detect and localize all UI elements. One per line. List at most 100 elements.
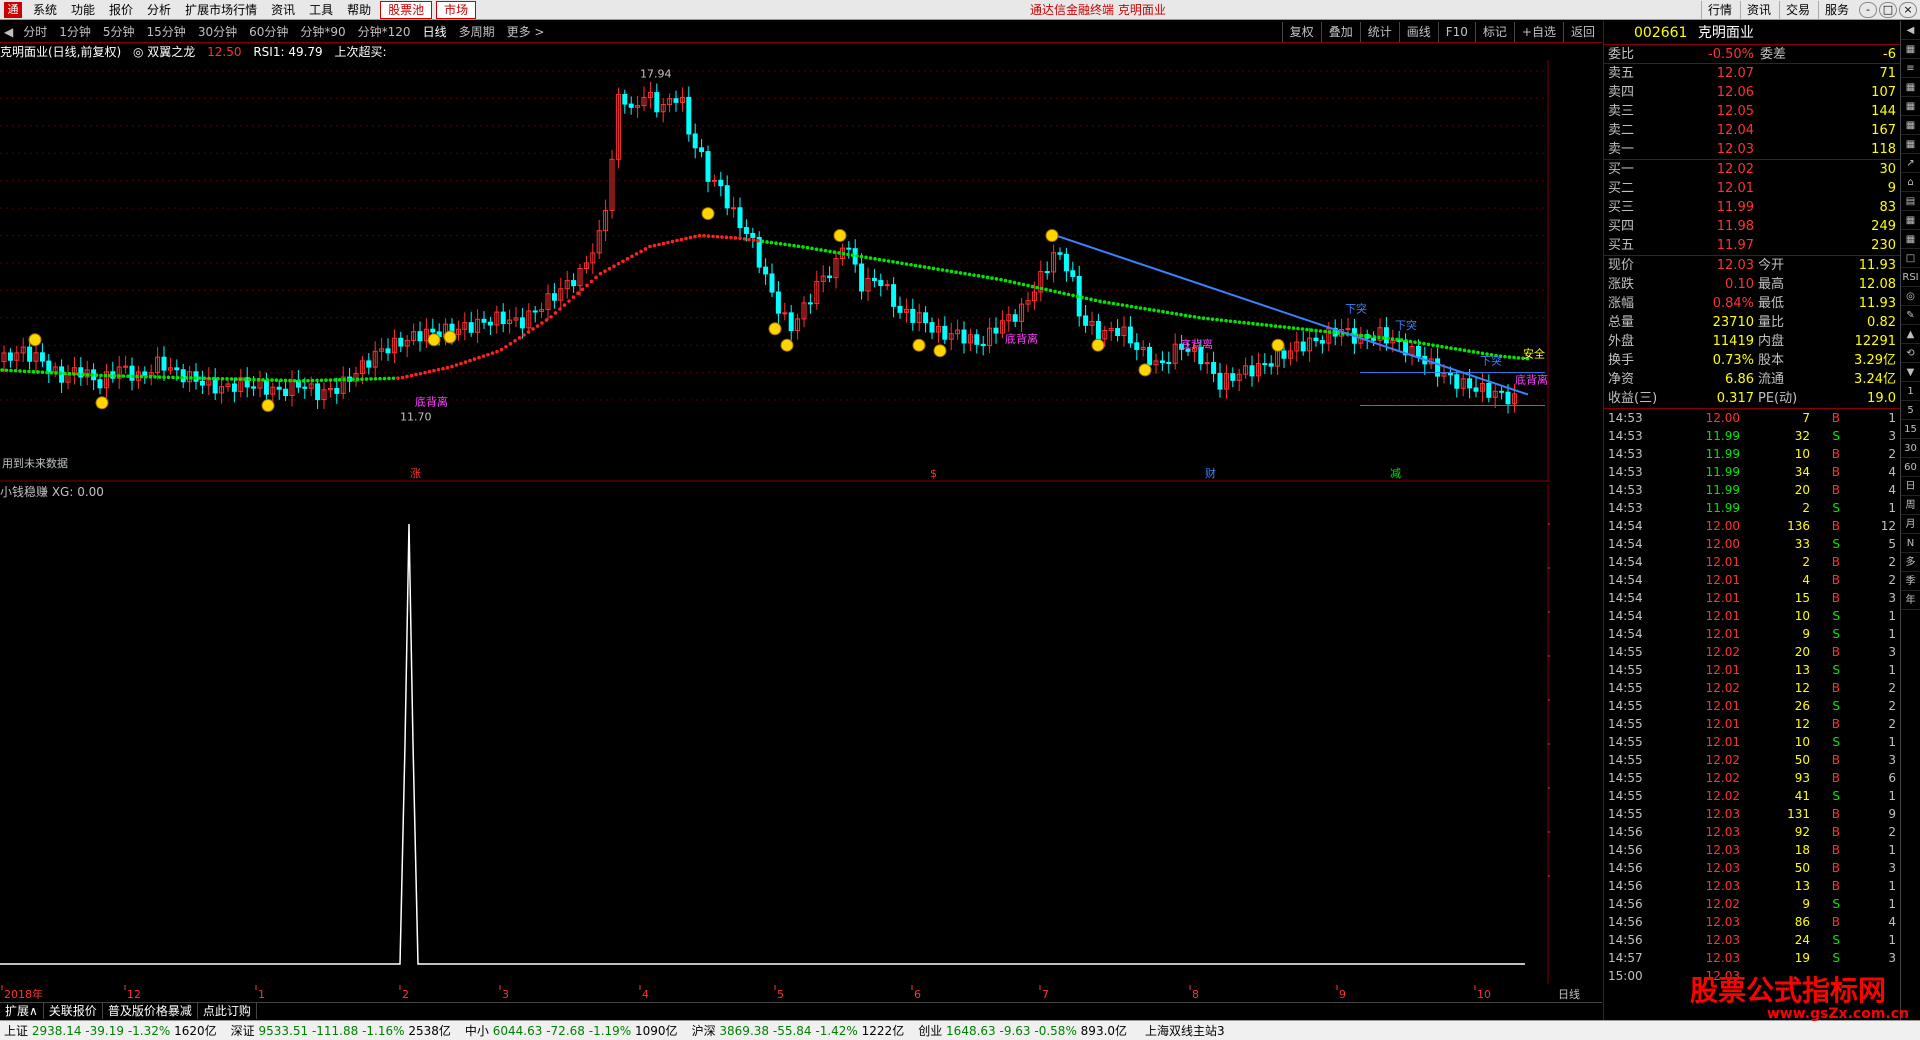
bottom-tab[interactable]: 普及版价格暴减 xyxy=(103,1003,198,1019)
period-tab[interactable]: 5分钟 xyxy=(97,22,141,42)
side-tool-icon[interactable]: ▤ xyxy=(1901,192,1920,211)
side-tool-icon[interactable]: 1 xyxy=(1901,382,1920,401)
side-tool-icon[interactable]: 5 xyxy=(1901,401,1920,420)
side-tool-icon[interactable]: 60 xyxy=(1901,458,1920,477)
side-tool-icon[interactable]: 年 xyxy=(1901,591,1920,610)
period-tab[interactable]: 多周期 xyxy=(453,22,501,42)
bottom-tab[interactable]: 点此订购 xyxy=(198,1003,257,1019)
service-button[interactable]: 服务 xyxy=(1817,0,1855,19)
ma-dot xyxy=(1219,318,1224,322)
side-tool-icon[interactable]: 日 xyxy=(1901,477,1920,496)
period-tab[interactable]: 分钟*120 xyxy=(352,22,417,42)
indicator-chart[interactable]: 1.000.900.800.700.600.500.400.300.20 xyxy=(0,484,1550,984)
news-button[interactable]: 资讯 xyxy=(1739,0,1777,19)
ma-dot xyxy=(1021,282,1026,287)
chart-tool-button[interactable]: F10 xyxy=(1437,21,1475,42)
event-marker[interactable]: 涨 xyxy=(410,467,421,480)
ma-dot xyxy=(211,376,216,381)
chevron-left-icon[interactable]: ◀ xyxy=(0,25,17,39)
side-tool-icon[interactable]: 30 xyxy=(1901,439,1920,458)
ma-dot xyxy=(787,243,792,247)
ma-dot xyxy=(531,327,535,331)
ma-dot xyxy=(702,233,706,238)
quote-button[interactable]: 行情 xyxy=(1700,0,1738,19)
index-quote[interactable]: 上证 2938.14 -39.19 -1.32% 1620亿 xyxy=(4,1022,217,1039)
side-tool-icon[interactable]: N xyxy=(1901,534,1920,553)
tick-count: 3 xyxy=(1888,591,1896,605)
period-tab[interactable]: 日线 xyxy=(417,22,453,42)
trade-button[interactable]: 交易 xyxy=(1778,0,1816,19)
menu-item[interactable]: 功能 xyxy=(64,0,102,20)
chart-tool-button[interactable]: 画线 xyxy=(1398,21,1438,42)
side-tool-icon[interactable]: 多 xyxy=(1901,553,1920,572)
book-volume: 30 xyxy=(1879,162,1896,177)
side-tool-icon[interactable]: ◎ xyxy=(1901,287,1920,306)
maximize-icon[interactable]: □ xyxy=(1879,1,1897,18)
chart-tool-button[interactable]: +自选 xyxy=(1513,21,1563,42)
ma-dot xyxy=(1080,295,1084,300)
chart-tool-button[interactable]: 返回 xyxy=(1562,21,1602,42)
chart-tool-button[interactable]: 统计 xyxy=(1359,21,1399,42)
stat-label: PE(动) xyxy=(1758,391,1798,406)
period-tab[interactable]: 15分钟 xyxy=(141,22,192,42)
bottom-tab[interactable]: 关联报价 xyxy=(44,1003,103,1019)
index-quote[interactable]: 深证 9533.51 -111.88 -1.16% 2538亿 xyxy=(231,1022,451,1039)
side-tool-icon[interactable]: ⌂ xyxy=(1901,173,1920,192)
side-tool-icon[interactable]: ▦ xyxy=(1901,78,1920,97)
side-tool-icon[interactable]: ✎ xyxy=(1901,306,1920,325)
side-tool-icon[interactable]: ↗ xyxy=(1901,154,1920,173)
candle-body xyxy=(859,263,865,292)
side-tool-icon[interactable]: ▦ xyxy=(1901,116,1920,135)
side-tool-icon[interactable]: ▲ xyxy=(1901,325,1920,344)
menu-item[interactable]: 工具 xyxy=(302,0,340,20)
menu-item[interactable]: 扩展市场行情 xyxy=(178,0,264,20)
index-quote[interactable]: 创业 1648.63 -9.63 -0.58% 893.0亿 xyxy=(918,1022,1127,1039)
period-tab[interactable]: 1分钟 xyxy=(53,22,97,42)
side-tool-icon[interactable]: ≡ xyxy=(1901,59,1920,78)
index-quote[interactable]: 中小 6044.63 -72.68 -1.19% 1090亿 xyxy=(465,1022,678,1039)
period-tab[interactable]: 60分钟 xyxy=(243,22,294,42)
side-tool-icon[interactable]: 15 xyxy=(1901,420,1920,439)
menu-item[interactable]: 报价 xyxy=(102,0,140,20)
side-tool-icon[interactable]: □ xyxy=(1901,249,1920,268)
candlestick-chart[interactable]: 18.0017.5017.0016.5016.0015.5015.0014.50… xyxy=(0,60,1550,482)
side-tool-icon[interactable]: ▦ xyxy=(1901,40,1920,59)
chart-tool-button[interactable]: 叠加 xyxy=(1320,21,1360,42)
side-tool-icon[interactable]: ▦ xyxy=(1901,97,1920,116)
period-tab[interactable]: 30分钟 xyxy=(192,22,243,42)
menu-market[interactable]: 市场 xyxy=(436,0,477,19)
tick-side: B xyxy=(1831,447,1840,461)
minimize-icon[interactable]: - xyxy=(1859,1,1877,18)
menu-item[interactable]: 分析 xyxy=(140,0,178,20)
event-marker[interactable]: $ xyxy=(930,467,937,480)
chart-tool-button[interactable]: 复权 xyxy=(1281,21,1321,42)
tick-time: 14:54 xyxy=(1608,627,1643,641)
side-tool-icon[interactable]: ▼ xyxy=(1901,363,1920,382)
menu-stock-pool[interactable]: 股票池 xyxy=(380,0,433,19)
side-tool-icon[interactable]: 月 xyxy=(1901,515,1920,534)
book-volume: 118 xyxy=(1871,142,1896,157)
event-marker[interactable]: 减 xyxy=(1390,467,1401,480)
side-tool-icon[interactable]: ◀ xyxy=(1901,21,1920,40)
period-tab[interactable]: 分时 xyxy=(17,22,53,42)
side-tool-icon[interactable]: 周 xyxy=(1901,496,1920,515)
side-tool-icon[interactable]: ▦ xyxy=(1901,135,1920,154)
period-tab[interactable]: 分钟*90 xyxy=(294,22,351,42)
side-tool-icon[interactable]: ⟲ xyxy=(1901,344,1920,363)
close-icon[interactable]: × xyxy=(1899,1,1917,18)
side-tool-icon[interactable]: ▦ xyxy=(1901,230,1920,249)
event-marker[interactable]: 财 xyxy=(1205,466,1216,480)
formula-name[interactable]: ◎ 双翼之龙 xyxy=(133,45,195,59)
menu-item[interactable]: 系统 xyxy=(26,0,64,20)
chart-tool-button[interactable]: 标记 xyxy=(1474,21,1514,42)
menu-item[interactable]: 资讯 xyxy=(264,0,302,20)
tick-count: 1 xyxy=(1888,501,1896,515)
side-tool-icon[interactable]: RSI xyxy=(1901,268,1920,287)
period-tab[interactable]: 更多 > xyxy=(501,22,551,42)
book-price: 12.04 xyxy=(1716,123,1754,138)
menu-item[interactable]: 帮助 xyxy=(340,0,378,20)
index-quote[interactable]: 沪深 3869.38 -55.84 -1.42% 1222亿 xyxy=(692,1022,905,1039)
bottom-tab[interactable]: 扩展∧ xyxy=(0,1003,44,1019)
side-tool-icon[interactable]: ▦ xyxy=(1901,211,1920,230)
side-tool-icon[interactable]: 季 xyxy=(1901,572,1920,591)
